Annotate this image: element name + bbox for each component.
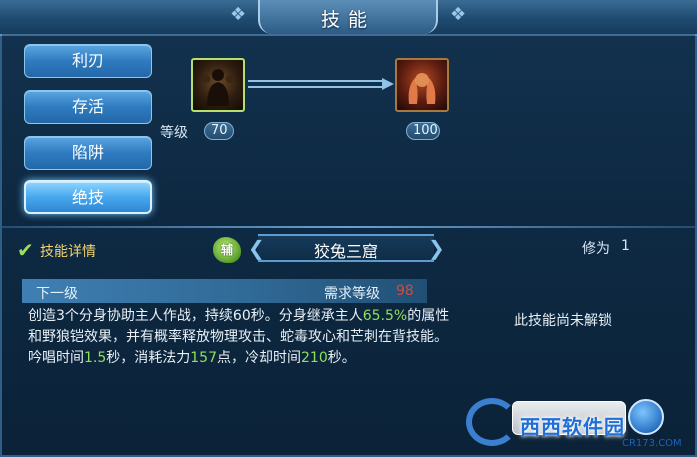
skill-name: 狡兔三窟 <box>313 242 378 261</box>
desc-text-3: 秒，消耗法力 <box>106 350 191 366</box>
desc-mana-cost: 157 <box>190 350 217 366</box>
checkmark-icon[interactable]: ✔ <box>17 238 34 262</box>
title-ornament-right-icon: ❖ <box>450 4 467 25</box>
skill-details-toggle[interactable]: 技能详情 <box>40 241 96 261</box>
window-title: 技能 <box>320 9 375 31</box>
desc-cast-time: 1.5 <box>84 350 107 366</box>
desc-text-5: 秒。 <box>327 350 356 366</box>
required-level-label: 需求等级 <box>324 286 380 302</box>
desc-cooldown: 210 <box>301 350 328 366</box>
watermark-logo-icon <box>466 398 518 446</box>
tab-survival[interactable]: 存活 <box>24 90 152 124</box>
desc-text-4: 点，冷却时间 <box>217 350 301 366</box>
skill-description: 创造3个分身协助主人作战，持续60秒。分身继承主人65.5%的属性和野狼铠效果，… <box>28 306 450 369</box>
tab-ultimate[interactable]: 绝技 <box>24 180 152 214</box>
upgrade-arrow-line <box>248 80 386 88</box>
assist-type-badge: 辅 <box>213 237 241 263</box>
help-button[interactable] <box>628 399 664 435</box>
locked-status-message: 此技能尚未解锁 <box>514 313 612 329</box>
fire-hands-skill-icon[interactable] <box>395 58 449 112</box>
current-level-badge: 70 <box>204 122 234 140</box>
watermark-subtext: CR173.COM <box>622 438 682 449</box>
shadow-clone-figure-icon <box>202 69 234 106</box>
required-level-value: 98 <box>396 283 414 299</box>
next-level-badge: 100 <box>406 122 440 140</box>
tab-blade[interactable]: 利刃 <box>24 44 152 78</box>
title-ornament-left-icon: ❖ <box>230 4 247 25</box>
cultivation-value: 1 <box>621 238 630 254</box>
watermark-text: 西西软件园 <box>520 415 625 439</box>
desc-inherit-percent: 65.5% <box>362 308 408 324</box>
section-divider <box>2 226 695 228</box>
cultivation-label: 修为 <box>582 241 610 257</box>
next-level-label: 下一级 <box>36 286 78 302</box>
desc-text-1: 创造3个分身协助主人作战，持续60秒。分身继承主人 <box>28 308 363 324</box>
level-label: 等级 <box>160 125 188 141</box>
upgrade-arrow-icon <box>382 78 394 90</box>
shadow-clone-skill-icon[interactable] <box>191 58 245 112</box>
fire-hands-figure-icon <box>408 73 436 104</box>
tab-traps[interactable]: 陷阱 <box>24 136 152 170</box>
